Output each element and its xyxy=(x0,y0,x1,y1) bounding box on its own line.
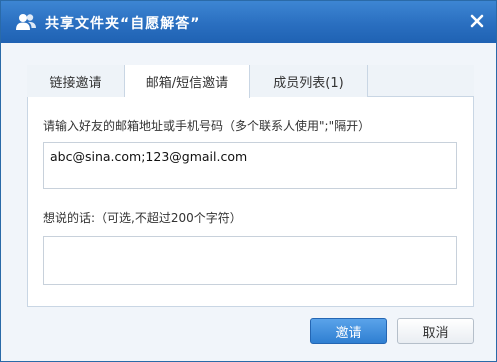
contacts-label: 请输入好友的邮箱地址或手机号码（多个联系人使用";"隔开） xyxy=(43,119,371,133)
title-bar: 共享文件夹“自愿解答” xyxy=(1,1,496,43)
close-icon[interactable] xyxy=(467,11,487,31)
message-field[interactable] xyxy=(43,236,457,285)
share-folder-dialog: 共享文件夹“自愿解答” 链接邀请 邮箱/短信邀请 成员列表(1) 请输入好友的邮… xyxy=(0,0,497,362)
dialog-title: 共享文件夹“自愿解答” xyxy=(45,16,201,32)
tab-email-sms-invite[interactable]: 邮箱/短信邀请 xyxy=(125,65,250,98)
message-label: 想说的话:（可选,不超过200个字符） xyxy=(43,211,242,225)
invite-button[interactable]: 邀请 xyxy=(310,318,387,344)
tab-link-invite[interactable]: 链接邀请 xyxy=(27,65,125,97)
contacts-field[interactable]: abc@sina.com;123@gmail.com xyxy=(43,142,457,189)
tab-member-list[interactable]: 成员列表(1) xyxy=(250,65,368,97)
cancel-button[interactable]: 取消 xyxy=(397,318,474,344)
users-icon xyxy=(15,13,37,31)
tab-bar: 链接邀请 邮箱/短信邀请 成员列表(1) xyxy=(27,65,474,98)
